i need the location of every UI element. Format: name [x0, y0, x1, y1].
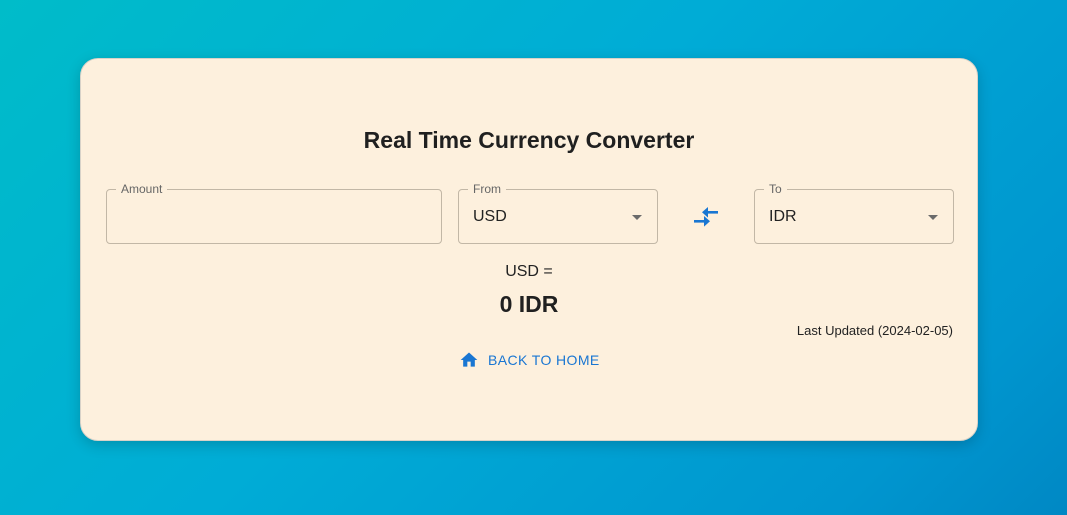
compare-arrows-icon	[694, 207, 718, 227]
back-to-home-label: BACK TO HOME	[488, 352, 600, 368]
from-value: USD	[473, 208, 507, 225]
swap-currencies-button[interactable]	[691, 204, 721, 230]
from-currency-select[interactable]: From USD	[458, 182, 658, 244]
to-label: To	[764, 182, 787, 196]
last-updated: Last Updated (2024-02-05)	[796, 323, 953, 338]
to-value: IDR	[769, 208, 797, 225]
result-converted: 0 IDR	[499, 291, 559, 317]
converter-card: Real Time Currency Converter Amount From…	[80, 58, 978, 441]
back-to-home-button[interactable]: BACK TO HOME	[459, 349, 600, 371]
page-title: Real Time Currency Converter	[363, 127, 695, 153]
chevron-down-icon	[632, 215, 642, 220]
from-label: From	[468, 182, 506, 196]
home-icon	[460, 352, 478, 367]
amount-input[interactable]	[121, 206, 421, 228]
amount-field[interactable]: Amount	[106, 182, 442, 244]
amount-label: Amount	[116, 182, 168, 196]
chevron-down-icon	[928, 215, 938, 220]
to-currency-select[interactable]: To IDR	[754, 182, 954, 244]
result-base: USD =	[505, 263, 553, 280]
